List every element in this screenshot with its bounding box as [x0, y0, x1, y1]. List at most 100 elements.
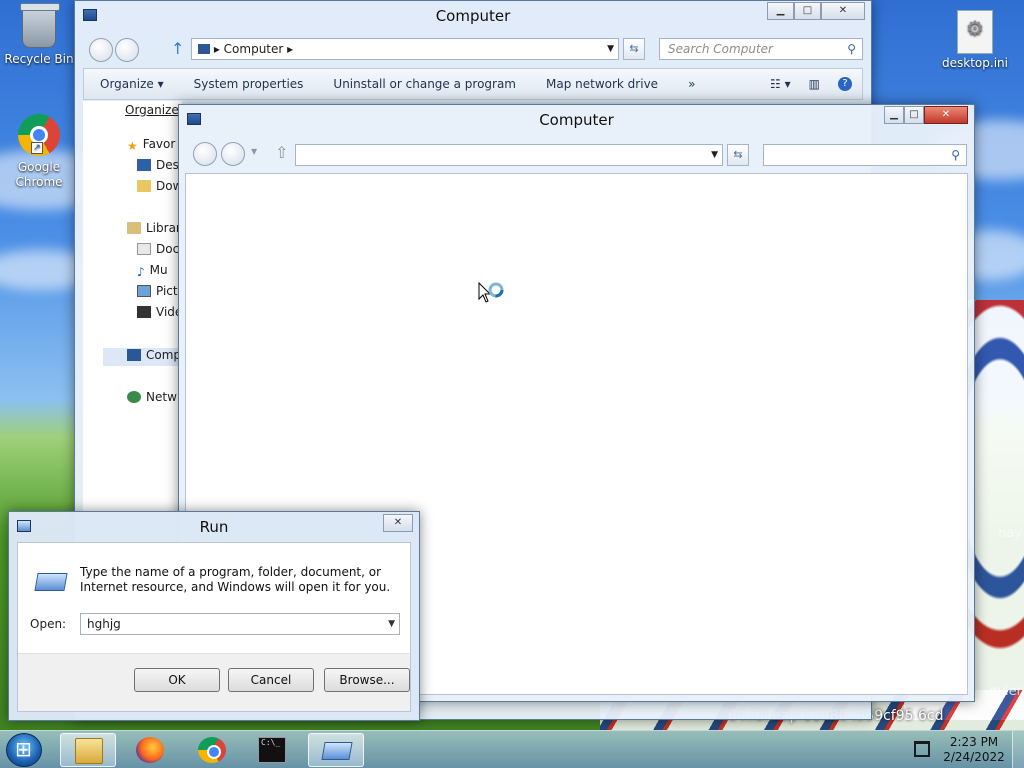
- uninstall-program-button[interactable]: Uninstall or change a program: [333, 77, 516, 91]
- nav-label: Mu: [149, 263, 168, 277]
- nav-videos[interactable]: Vide: [137, 305, 182, 319]
- wallpaper-text: evier: [989, 684, 1022, 699]
- address-dropdown-icon[interactable]: ▼: [607, 39, 614, 59]
- taskbar-explorer[interactable]: [60, 733, 116, 767]
- close-button[interactable]: ✕: [383, 514, 413, 532]
- search-input[interactable]: Search Computer ⚲: [659, 38, 863, 60]
- open-input[interactable]: hghjg ▼: [80, 613, 400, 635]
- forward-button[interactable]: [221, 142, 245, 166]
- ok-button[interactable]: OK: [134, 668, 220, 692]
- firefox-icon: [136, 737, 164, 763]
- desktop-icon-desktop-ini[interactable]: desktop.ini: [940, 10, 1010, 71]
- nav-label: Des: [156, 158, 179, 172]
- command-prompt-icon: C:\_: [258, 737, 286, 763]
- button-area: OK Cancel Browse...: [18, 653, 410, 711]
- breadcrumb-computer[interactable]: Computer: [224, 42, 284, 56]
- nav-computer[interactable]: Comp: [127, 348, 181, 362]
- title-bar[interactable]: Computer ▁ □ ✕: [75, 1, 871, 31]
- wallpaper-text: nay: [998, 526, 1022, 541]
- nav-libraries[interactable]: Librar: [127, 221, 181, 235]
- libraries-icon: [127, 222, 141, 234]
- maximize-button[interactable]: □: [904, 106, 924, 124]
- desktop-icon: [137, 159, 151, 171]
- search-icon: ⚲: [951, 148, 960, 162]
- recycle-bin-icon: [17, 3, 61, 50]
- address-dropdown-icon[interactable]: ▼: [711, 145, 718, 165]
- run-dialog[interactable]: Run ✕ Type the name of a program, folder…: [8, 511, 420, 721]
- desktop-icon-label: Google Chrome: [15, 160, 63, 189]
- dialog-body: Type the name of a program, folder, docu…: [17, 542, 411, 712]
- run-instructions: Type the name of a program, folder, docu…: [80, 565, 391, 594]
- address-bar[interactable]: ▸ Computer ▸ ▼: [191, 38, 619, 60]
- taskbar-firefox[interactable]: [122, 733, 178, 767]
- nav-network[interactable]: Netw: [127, 390, 177, 404]
- organize-label[interactable]: Organize: [125, 103, 179, 117]
- star-icon: ★: [127, 139, 138, 153]
- taskbar-cmd[interactable]: C:\_: [244, 733, 300, 767]
- window-title: Computer: [539, 111, 614, 129]
- music-icon: ♪: [137, 265, 145, 279]
- nav-favorites[interactable]: ★ Favor: [127, 137, 176, 153]
- chrome-icon: [198, 737, 226, 763]
- nav-desktop[interactable]: Des: [137, 158, 179, 172]
- up-arrow-icon[interactable]: ↑: [171, 39, 184, 58]
- network-tray-icon[interactable]: [914, 741, 930, 757]
- map-network-drive-button[interactable]: Map network drive: [546, 77, 658, 91]
- dropdown-arrow-icon[interactable]: ▼: [388, 614, 395, 634]
- nav-label: Netw: [146, 390, 177, 404]
- title-bar[interactable]: Run ✕: [9, 512, 419, 542]
- desktop-icon-google-chrome[interactable]: ↗ Google Chrome: [4, 114, 74, 190]
- nav-music[interactable]: ♪ Mu: [137, 263, 168, 279]
- system-properties-button[interactable]: System properties: [194, 77, 304, 91]
- maximize-button[interactable]: □: [794, 2, 821, 20]
- more-commands-button[interactable]: »: [688, 77, 695, 91]
- nav-label: Favor: [142, 137, 176, 151]
- nav-label: Doc: [156, 242, 180, 256]
- search-input[interactable]: ⚲: [763, 144, 967, 166]
- forward-button[interactable]: [115, 38, 139, 62]
- title-bar[interactable]: Computer ▁ □ ✕: [179, 105, 974, 135]
- close-button[interactable]: ✕: [924, 106, 968, 124]
- nav-label: Librar: [146, 221, 181, 235]
- run-icon: [321, 742, 353, 760]
- busy-cursor-icon: [478, 282, 504, 303]
- breadcrumb-separator-icon: ▸: [213, 42, 224, 56]
- cancel-button[interactable]: Cancel: [228, 668, 314, 692]
- computer-icon: [127, 349, 141, 361]
- taskbar: C:\_ 2:23 PM 2/24/2022: [0, 730, 1024, 768]
- nav-documents[interactable]: Doc: [137, 242, 179, 256]
- minimize-button[interactable]: ▁: [767, 2, 794, 20]
- close-button[interactable]: ✕: [821, 2, 865, 20]
- show-desktop-button[interactable]: [1012, 731, 1024, 768]
- help-icon[interactable]: ?: [838, 77, 852, 91]
- refresh-button[interactable]: ⇆: [727, 144, 749, 166]
- nav-pictures[interactable]: Pict: [137, 284, 178, 298]
- refresh-button[interactable]: ⇆: [623, 38, 645, 60]
- view-options-icon[interactable]: ☷ ▾: [770, 77, 791, 91]
- run-program-icon: [34, 573, 68, 591]
- videos-icon: [137, 306, 151, 318]
- back-button[interactable]: [89, 38, 113, 62]
- recent-pages-dropdown-icon[interactable]: ▼: [251, 147, 257, 156]
- window-title: Computer: [435, 7, 511, 25]
- pictures-icon: [137, 285, 151, 297]
- organize-button[interactable]: Organize ▾: [100, 77, 164, 91]
- chrome-icon: ↗: [17, 114, 61, 158]
- back-button[interactable]: [193, 142, 217, 166]
- clock-time: 2:23 PM: [949, 735, 999, 749]
- start-button[interactable]: [6, 733, 42, 767]
- taskbar-chrome[interactable]: [184, 733, 240, 767]
- nav-downloads[interactable]: Dow: [137, 179, 182, 193]
- browse-button[interactable]: Browse...: [324, 668, 410, 692]
- address-bar[interactable]: ▼: [295, 144, 723, 166]
- breadcrumb-chevron-icon[interactable]: ▸: [287, 42, 293, 56]
- taskbar-run[interactable]: [308, 733, 364, 767]
- minimize-button[interactable]: ▁: [884, 106, 904, 124]
- up-arrow-icon[interactable]: ⇧: [275, 143, 288, 162]
- clock[interactable]: 2:23 PM 2/24/2022: [940, 735, 1008, 765]
- desktop-icon-label: Recycle Bin: [4, 52, 74, 66]
- preview-pane-icon[interactable]: ▥: [809, 77, 820, 91]
- desktop-icon-recycle-bin[interactable]: Recycle Bin: [4, 3, 74, 67]
- nav-label: Comp: [146, 348, 182, 362]
- search-icon: ⚲: [847, 42, 856, 56]
